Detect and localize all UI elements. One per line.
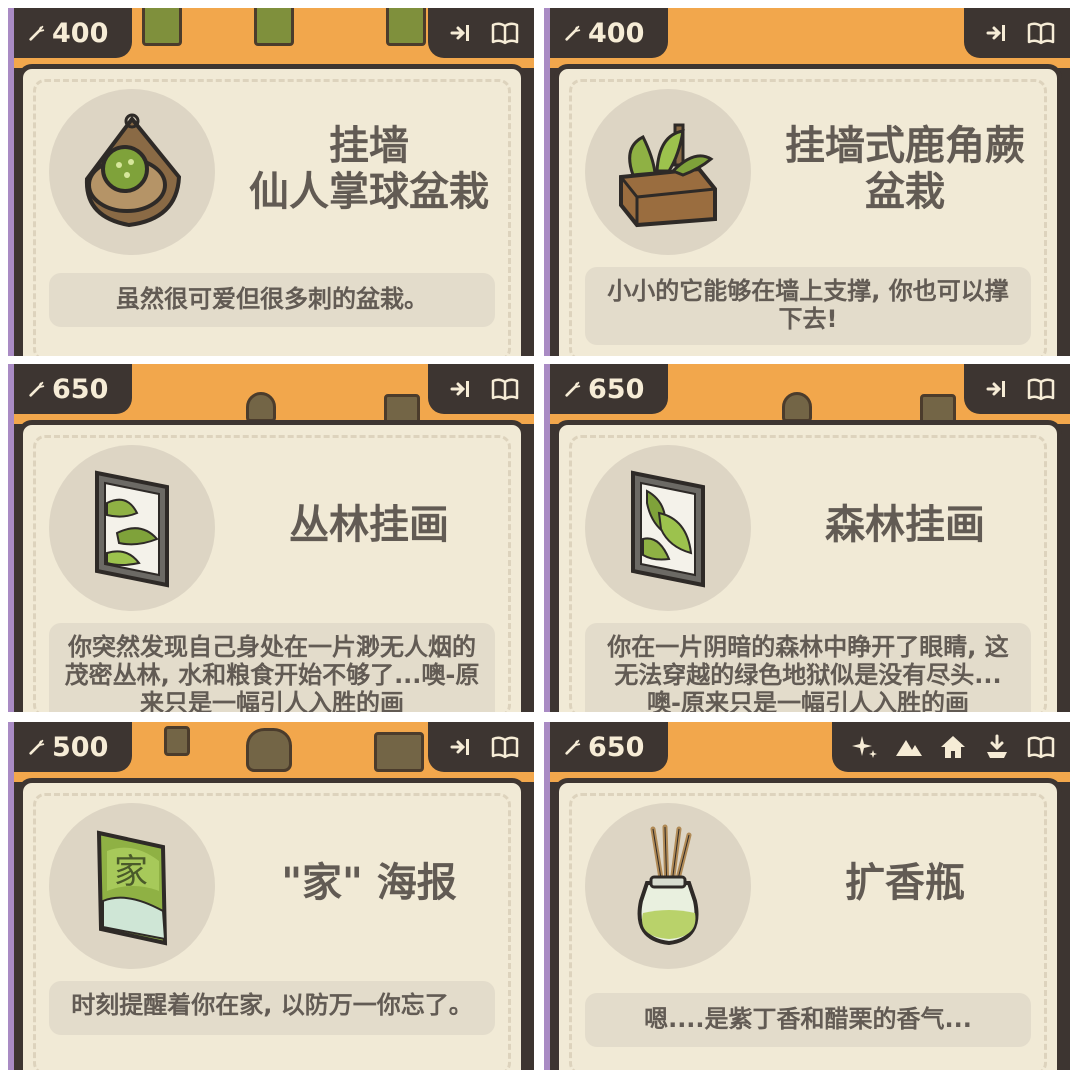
decor-item [254, 8, 294, 46]
book-icon[interactable] [1026, 18, 1056, 48]
item-title: 森林挂画 [759, 455, 1051, 595]
item-description: 小小的它能够在墙上支撑, 你也可以撑下去! [585, 267, 1031, 345]
book-icon[interactable] [490, 732, 520, 762]
pin-icon[interactable] [982, 374, 1012, 404]
item-title-line: "家" 海报 [281, 860, 457, 906]
decor-item [374, 732, 424, 772]
item-panel-6: 650 扩香瓶 嗯....是紫丁香和醋栗的香气... [544, 722, 1070, 1070]
item-title-line: 盆栽 [865, 169, 945, 215]
item-image [585, 89, 751, 255]
item-description: 你在一片阴暗的森林中睁开了眼睛, 这无法穿越的绿色地狱似是没有尽头...噢-原来… [585, 623, 1031, 712]
home-poster-icon: 家 [96, 830, 168, 946]
clover-currency-icon [564, 24, 582, 42]
price-value: 650 [588, 731, 645, 763]
item-image [49, 445, 215, 611]
item-card: 家 "家" 海报 时刻提醒着你在家, 以防万一你忘了。 [18, 778, 526, 1070]
pin-icon[interactable] [982, 732, 1012, 762]
decor-item [386, 8, 426, 46]
forest-painting-icon [631, 470, 705, 588]
action-tab [832, 722, 1070, 772]
jungle-painting-icon [95, 470, 169, 588]
item-title-line: 挂墙 [329, 123, 409, 169]
price-tag: 650 [550, 722, 668, 772]
item-description: 虽然很可爱但很多刺的盆栽。 [49, 273, 495, 327]
pin-icon[interactable] [446, 374, 476, 404]
decor-item [164, 726, 190, 756]
item-panel-4: 650 森林挂画 你在一片阴暗的森林中睁开了眼睛, 这无法穿越的绿色地狱似是没有… [544, 364, 1070, 712]
book-icon[interactable] [490, 374, 520, 404]
item-description: 时刻提醒着你在家, 以防万一你忘了。 [49, 981, 495, 1035]
item-description: 嗯....是紫丁香和醋栗的香气... [585, 993, 1031, 1047]
price-tag: 650 [550, 364, 668, 414]
item-card: 森林挂画 你在一片阴暗的森林中睁开了眼睛, 这无法穿越的绿色地狱似是没有尽头..… [554, 420, 1062, 712]
item-title: "家" 海报 [223, 813, 515, 953]
book-icon[interactable] [1026, 732, 1056, 762]
mountain-icon[interactable] [894, 732, 924, 762]
item-title-line: 丛林挂画 [289, 502, 449, 548]
item-image [585, 445, 751, 611]
price-value: 500 [52, 731, 109, 763]
pin-icon[interactable] [446, 732, 476, 762]
item-title: 挂墙 仙人掌球盆栽 [223, 99, 515, 239]
reed-diffuser-icon [637, 824, 699, 946]
clover-currency-icon [28, 738, 46, 756]
pin-icon[interactable] [446, 18, 476, 48]
item-image: 家 [49, 803, 215, 969]
price-tag: 400 [14, 8, 132, 58]
item-image [49, 89, 215, 255]
item-panel-1: 400 挂墙 仙人掌球盆栽 虽然很可爱但很多刺的盆栽。 [8, 8, 534, 356]
price-value: 650 [588, 373, 645, 405]
action-tab [428, 722, 534, 772]
book-icon[interactable] [490, 18, 520, 48]
item-title-line: 挂墙式鹿角蕨 [785, 123, 1025, 169]
item-panel-5: 500 家 "家" 海报 时刻提醒着你在家, 以防万一你忘了。 [8, 722, 534, 1070]
item-title-line: 扩香瓶 [845, 860, 965, 906]
price-value: 400 [52, 17, 109, 49]
item-description: 你突然发现自己身处在一片渺无人烟的茂密丛林, 水和粮食开始不够了...噢-原来只… [49, 623, 495, 712]
price-value: 400 [588, 17, 645, 49]
action-tab [428, 364, 534, 414]
sparkle-icon[interactable] [850, 732, 880, 762]
decor-item [246, 392, 276, 422]
action-tab [964, 364, 1070, 414]
item-panel-3: 650 丛林挂画 你突然发现自己身处在一片渺无人烟的茂密丛林, 水和粮食开始不够… [8, 364, 534, 712]
pin-icon[interactable] [982, 18, 1012, 48]
item-panel-2: 400 挂墙式鹿角蕨 盆栽 小小的它能够在墙上支撑, 你也可以撑下去! [544, 8, 1070, 356]
item-card: 挂墙式鹿角蕨 盆栽 小小的它能够在墙上支撑, 你也可以撑下去! [554, 64, 1062, 356]
item-title-line: 森林挂画 [825, 502, 985, 548]
clover-currency-icon [564, 738, 582, 756]
action-tab [964, 8, 1070, 58]
decor-item [782, 392, 812, 422]
item-title: 丛林挂画 [223, 455, 515, 595]
item-card: 扩香瓶 嗯....是紫丁香和醋栗的香气... [554, 778, 1062, 1070]
item-title: 挂墙式鹿角蕨 盆栽 [759, 99, 1051, 239]
price-value: 650 [52, 373, 109, 405]
clover-currency-icon [564, 380, 582, 398]
item-card: 丛林挂画 你突然发现自己身处在一片渺无人烟的茂密丛林, 水和粮食开始不够了...… [18, 420, 526, 712]
book-icon[interactable] [1026, 374, 1056, 404]
price-tag: 500 [14, 722, 132, 772]
hanging-cactus-planter-icon [84, 113, 182, 228]
clover-currency-icon [28, 24, 46, 42]
decor-item [246, 728, 292, 772]
clover-currency-icon [28, 380, 46, 398]
price-tag: 650 [14, 364, 132, 414]
item-card: 挂墙 仙人掌球盆栽 虽然很可爱但很多刺的盆栽。 [18, 64, 526, 356]
poster-char: 家 [114, 852, 148, 892]
item-image [585, 803, 751, 969]
item-title: 扩香瓶 [759, 813, 1051, 953]
home-icon[interactable] [938, 732, 968, 762]
staghorn-fern-crate-icon [619, 123, 717, 228]
item-title-line: 仙人掌球盆栽 [249, 169, 489, 215]
decor-item [142, 8, 182, 46]
price-tag: 400 [550, 8, 668, 58]
action-tab [428, 8, 534, 58]
